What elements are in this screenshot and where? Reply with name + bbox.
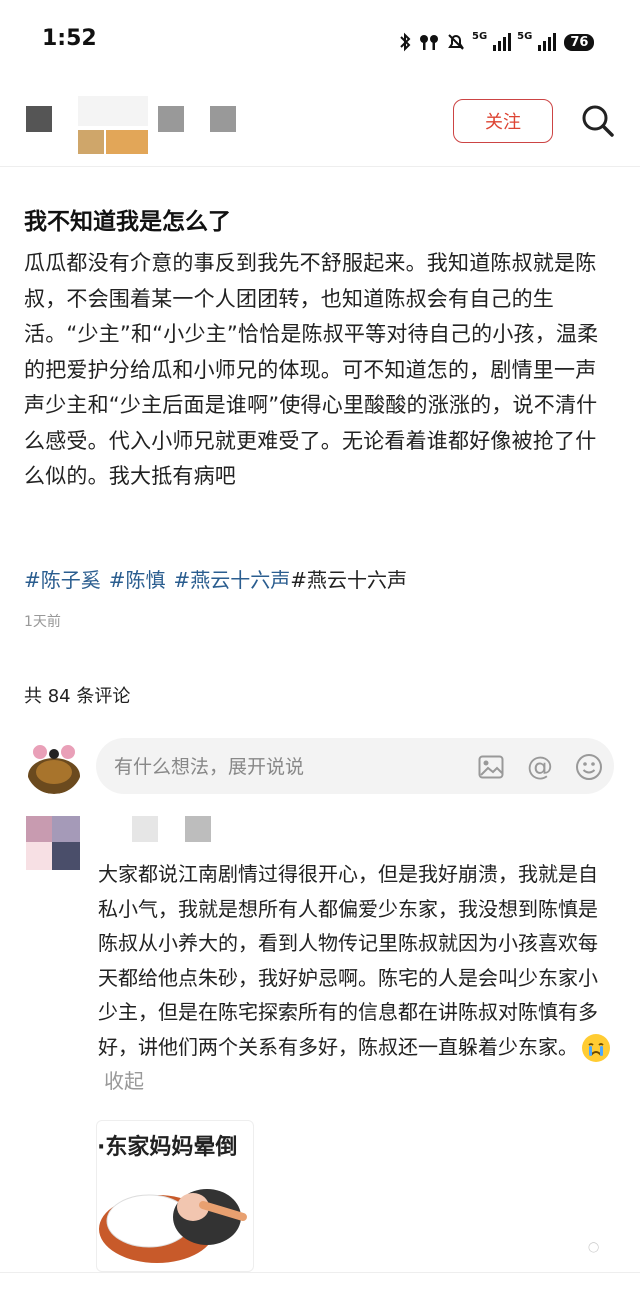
hashtag-list: #陈子奚 #陈慎 #燕云十六声 #燕云十六声 bbox=[24, 564, 407, 593]
status-time: 1:52 bbox=[42, 26, 97, 51]
commenter-name-mosaic-2[interactable] bbox=[185, 816, 211, 842]
hashtag-link[interactable]: #燕云十六声 bbox=[174, 564, 291, 593]
collapse-link[interactable]: 收起 bbox=[104, 1069, 144, 1093]
author-avatar-mosaic[interactable] bbox=[78, 96, 148, 158]
bell-off-icon bbox=[448, 34, 464, 50]
network-5g-label: 5G bbox=[472, 30, 488, 42]
battery-indicator: 76 bbox=[564, 33, 595, 51]
comment-sticker-image[interactable]: ·东家妈妈晕倒 bbox=[96, 1120, 254, 1272]
watermark: ◯ bbox=[588, 1242, 600, 1253]
commenter-name-mosaic[interactable] bbox=[132, 816, 158, 842]
crying-emoji-icon bbox=[582, 1034, 610, 1062]
image-icon[interactable] bbox=[476, 752, 506, 782]
at-icon[interactable]: @ bbox=[525, 752, 555, 782]
sticker-drawing bbox=[99, 1189, 247, 1263]
my-avatar[interactable] bbox=[26, 740, 82, 794]
comment-text: 大家都说江南剧情过得很开心，但是我好崩溃，我就是自私小气，我就是想所有人都偏爱少… bbox=[98, 862, 598, 1059]
network-5g-label-2: 5G bbox=[517, 30, 533, 42]
commenter-avatar-mosaic[interactable] bbox=[26, 816, 80, 870]
comment-input-placeholder: 有什么想法，展开说说 bbox=[114, 756, 305, 778]
bluetooth-icon bbox=[400, 32, 411, 52]
post-body: 瓜瓜都没有介意的事反到我先不舒服起来。我知道陈叔就是陈叔，不会围着某一个人团团转… bbox=[24, 251, 599, 488]
hashtag-link[interactable]: #陈慎 bbox=[109, 564, 166, 593]
search-icon bbox=[582, 105, 614, 137]
post-title: 我不知道我是怎么了 bbox=[24, 209, 231, 235]
search-button[interactable] bbox=[578, 99, 618, 143]
avatar-image bbox=[26, 740, 82, 794]
bottom-action-bar bbox=[0, 1272, 640, 1294]
comments-count: 共 84 条评论 bbox=[24, 686, 131, 707]
emoji-icon[interactable] bbox=[574, 752, 604, 782]
post-timestamp: 1天前 bbox=[24, 614, 61, 630]
comment-body: 大家都说江南剧情过得很开心，但是我好崩溃，我就是自私小气，我就是想所有人都偏爱少… bbox=[98, 857, 614, 1099]
back-area-mosaic[interactable] bbox=[26, 106, 52, 132]
author-name-mosaic-2[interactable] bbox=[210, 106, 236, 132]
header-divider bbox=[0, 166, 640, 167]
hashtag-link[interactable]: #陈子奚 bbox=[24, 564, 101, 593]
signal-icon-2 bbox=[538, 33, 557, 51]
status-icons: 5G 5G 76 bbox=[398, 28, 595, 56]
earbuds-icon bbox=[420, 35, 438, 50]
author-name-mosaic[interactable] bbox=[158, 106, 184, 132]
follow-button[interactable]: 关注 bbox=[453, 99, 553, 143]
hashtag-link[interactable]: #燕云十六声 bbox=[290, 564, 407, 593]
signal-icon bbox=[493, 33, 512, 51]
